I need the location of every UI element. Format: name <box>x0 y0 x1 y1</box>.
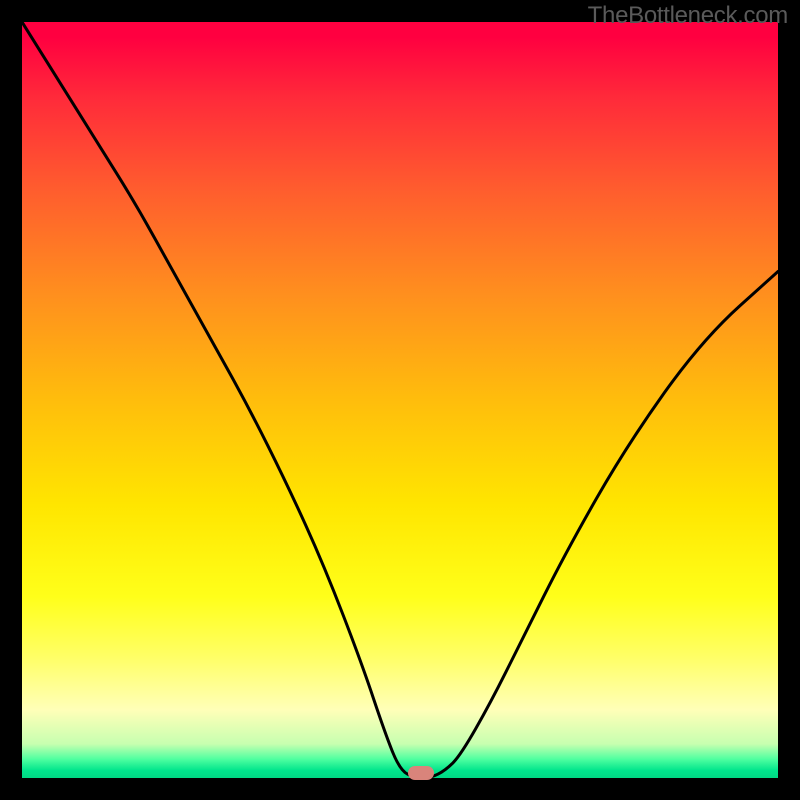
optimal-point-marker <box>408 766 434 780</box>
chart-frame: TheBottleneck.com <box>0 0 800 800</box>
bottleneck-curve <box>22 22 778 778</box>
watermark-text: TheBottleneck.com <box>588 2 788 30</box>
plot-area <box>22 22 778 778</box>
